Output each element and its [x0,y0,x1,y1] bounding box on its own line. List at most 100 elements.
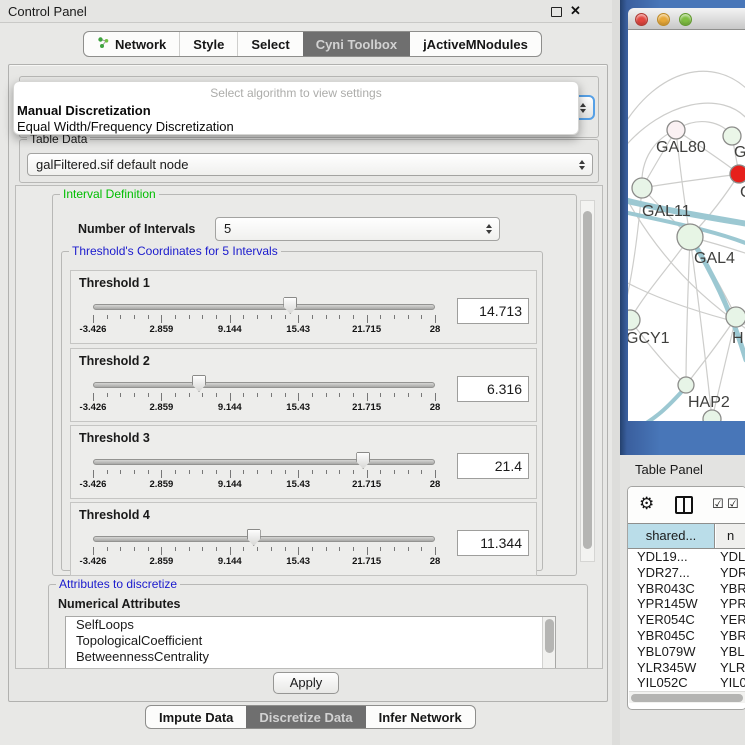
tab-label: Style [193,37,224,52]
table-body: YDL19...YDL1YDR27...YDR2YBR043CYBR0YPR14… [628,549,745,690]
bottom-tab-bar: Impute Data Discretize Data Infer Network [145,705,476,729]
zoom-traffic-light-button[interactable] [679,13,692,26]
table-row[interactable]: YDL19...YDL1 [628,549,745,565]
threshold-label: Threshold 3 [79,431,150,445]
cell-shared-name: YLR345W [637,660,696,675]
combo-arrows-icon [486,224,492,234]
network-node-gal80[interactable] [667,121,685,139]
threshold-value-field[interactable]: 21.4 [457,453,529,479]
slider-thumb[interactable] [356,452,370,469]
panel-divider[interactable] [612,0,620,745]
network-node-ga[interactable] [723,127,741,145]
tab-network[interactable]: Network [84,32,179,56]
network-node[interactable] [703,410,721,421]
slider-track[interactable] [93,536,435,542]
algorithm-option-manual[interactable]: Manual Discretization [17,103,151,118]
network-edge[interactable] [642,174,739,188]
cell-name: YLR3 [720,660,745,675]
cell-shared-name: YPR145W [637,596,698,611]
network-node-gal11[interactable] [632,178,652,198]
table-row[interactable]: YPR145WYPR1 [628,596,745,612]
threshold-label: Threshold 1 [79,276,150,290]
list-item[interactable]: TopologicalCoefficient [66,633,555,649]
bottom-tab-label: Infer Network [379,710,462,725]
checkbox-select-all-icon[interactable]: ☑ [727,497,739,512]
column-header-name[interactable]: n [716,524,745,548]
number-of-intervals-combobox[interactable]: 5 [215,217,500,241]
table-row[interactable]: YDR27...YDR2 [628,565,745,581]
node-label: H [732,330,744,347]
slider-thumb[interactable] [283,297,297,314]
apply-button[interactable]: Apply [273,672,339,694]
table-horizontal-scrollbar[interactable] [629,691,745,703]
network-node-hap2[interactable] [678,377,694,393]
network-node-c[interactable] [730,165,745,183]
threshold-value-field[interactable]: 6.316 [457,376,529,402]
network-edge[interactable] [628,71,745,128]
tab-cyni-toolbox[interactable]: Cyni Toolbox [303,32,410,56]
algorithm-settings-panel: Interval Definition Number of Intervals … [15,185,603,669]
bottom-tab-infer-network[interactable]: Infer Network [366,706,475,728]
threshold-value-field[interactable]: 14.713 [457,298,529,324]
control-panel-title: Control Panel [8,4,87,19]
slider-track[interactable] [93,459,435,465]
interval-definition-group: Interval Definition Number of Intervals … [52,194,577,576]
threshold-panel-4: Threshold 4-3.4262.8599.14415.4321.71528… [70,502,537,576]
cell-shared-name: YBR043C [637,581,695,596]
slider-track[interactable] [93,382,435,388]
close-traffic-light-button[interactable] [635,13,648,26]
network-node-gcy1[interactable] [628,310,640,330]
table-row[interactable]: YER054CYER0 [628,612,745,628]
table-row[interactable]: YBR043CYBR0 [628,581,745,597]
scrollbar-thumb[interactable] [631,694,743,702]
table-row[interactable]: YIL052CYIL0 [628,675,745,690]
threshold-value-field[interactable]: 11.344 [457,530,529,556]
bottom-tab-discretize-data[interactable]: Discretize Data [246,706,365,728]
attributes-list-scrollbar[interactable] [542,617,555,668]
split-columns-icon[interactable] [675,496,693,514]
tab-style[interactable]: Style [179,32,237,56]
network-edge[interactable] [686,237,690,385]
node-label: GAL4 [694,250,735,267]
table-data-combobox[interactable]: galFiltered.sif default node [27,153,593,176]
gear-icon[interactable]: ⚙ [639,494,654,514]
slider-ticks [93,393,435,402]
network-node-gal4[interactable] [677,224,703,250]
numerical-attributes-list[interactable]: SelfLoopsTopologicalCoefficientBetweenne… [65,616,556,669]
table-row[interactable]: YBL079WYBL0 [628,644,745,660]
table-row[interactable]: YBR045C YBR0 [628,628,745,644]
node-label: GA [734,144,745,161]
close-icon[interactable]: ✕ [570,3,581,19]
checkbox-select-icon[interactable]: ☑ [712,497,724,512]
network-edge-highlighted[interactable] [628,387,686,421]
network-node-h[interactable] [726,307,745,327]
tab-select[interactable]: Select [237,32,302,56]
attributes-group-title: Attributes to discretize [56,577,180,591]
bottom-tab-impute-data[interactable]: Impute Data [146,706,246,728]
tab-label: Select [251,37,289,52]
minimize-traffic-light-button[interactable] [657,13,670,26]
tab-label: Cyni Toolbox [316,37,397,52]
algorithm-placeholder-option[interactable]: Select algorithm to view settings [14,86,578,100]
cell-shared-name: YBR045C [637,628,695,643]
cell-shared-name: YIL052C [637,675,688,690]
list-item[interactable]: SelfLoops [66,617,555,633]
list-item[interactable]: BetweennessCentrality [66,649,555,665]
slider-track[interactable] [93,304,435,310]
scrollbar-thumb[interactable] [545,619,554,653]
column-header-shared-name[interactable]: shared... [628,524,715,548]
combo-arrows-icon [579,160,585,170]
cell-name: YDL1 [720,549,745,564]
network-canvas[interactable]: GAL80GACGAL11GAL4GCY1HHAP2 [628,30,745,421]
float-window-icon[interactable] [551,7,562,17]
threshold-label: Threshold 2 [79,354,150,368]
algorithm-option-equal-width[interactable]: Equal Width/Frequency Discretization [17,119,234,134]
scrollbar-thumb[interactable] [583,211,592,549]
slider-thumb[interactable] [247,529,261,546]
cell-name: YBR0 [720,628,745,643]
bottom-tab-label: Impute Data [159,710,233,725]
table-row[interactable]: YLR345W YLR3 [628,660,745,676]
slider-thumb[interactable] [192,375,206,392]
tab-jactivemnodules[interactable]: jActiveMNodules [410,32,541,56]
settings-vertical-scrollbar[interactable] [580,200,595,562]
